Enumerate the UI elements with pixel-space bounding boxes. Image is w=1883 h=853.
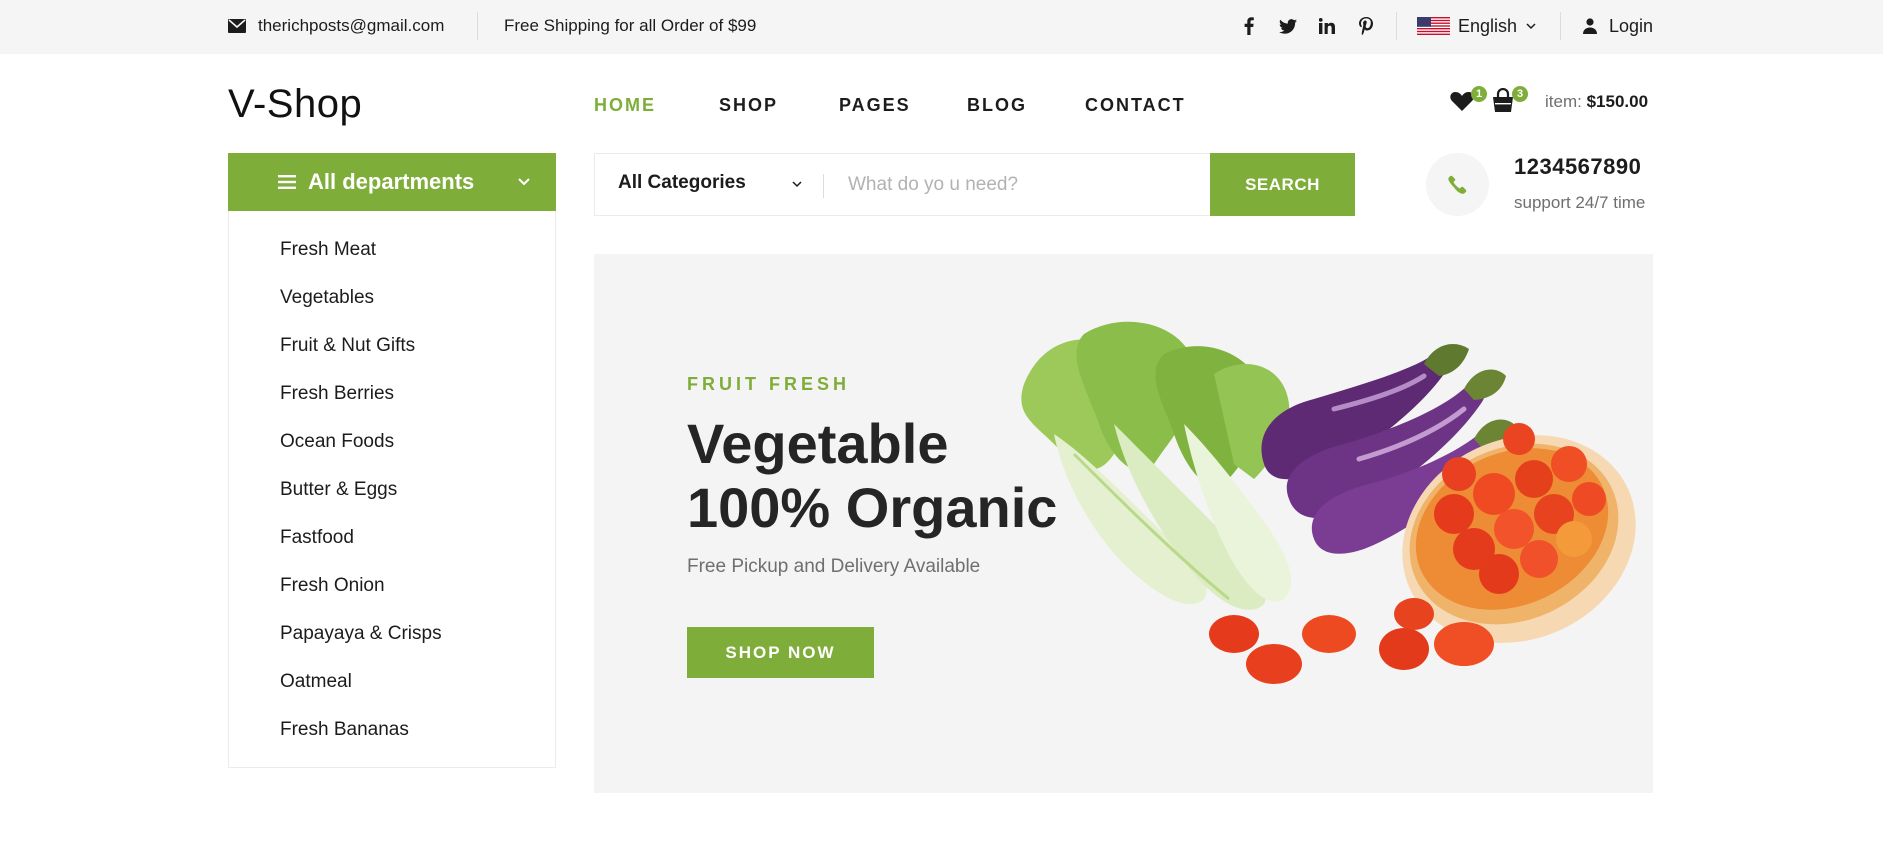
cart-total-label: item: — [1545, 92, 1582, 111]
department-item[interactable]: Fresh Meat — [280, 237, 376, 263]
menu-icon — [278, 175, 296, 189]
envelope-icon — [228, 19, 246, 33]
login-link[interactable]: Login — [1583, 14, 1653, 38]
divider — [477, 12, 478, 40]
department-item[interactable]: Butter & Eggs — [280, 477, 397, 503]
department-item[interactable]: Fastfood — [280, 525, 354, 551]
phone-number[interactable]: 1234567890 — [1514, 154, 1641, 180]
us-flag-icon — [1417, 17, 1450, 35]
shop-now-button[interactable]: SHOP NOW — [687, 627, 874, 678]
department-item[interactable]: Oatmeal — [280, 669, 352, 695]
hero-subtitle: Free Pickup and Delivery Available — [687, 556, 981, 577]
department-item[interactable]: Fresh Berries — [280, 381, 394, 407]
search-input[interactable] — [848, 168, 1188, 202]
chevron-down-icon — [1526, 23, 1536, 30]
category-select[interactable]: All Categories — [618, 172, 746, 194]
nav-blog[interactable]: BLOG — [967, 93, 1027, 117]
department-item[interactable]: Fruit & Nut Gifts — [280, 333, 415, 359]
department-item[interactable]: Vegetables — [280, 285, 374, 311]
departments-list: Fresh Meat Vegetables Fruit & Nut Gifts … — [228, 211, 556, 768]
department-item[interactable]: Fresh Bananas — [280, 717, 409, 743]
shipping-notice: Free Shipping for all Order of $99 — [504, 16, 757, 35]
nav-home[interactable]: HOME — [594, 93, 656, 117]
phone-badge — [1426, 153, 1489, 216]
nav-pages[interactable]: PAGES — [839, 93, 911, 117]
hero-banner: FRUIT FRESH Vegetable 100% Organic Free … — [594, 254, 1653, 793]
language-selector[interactable]: English — [1417, 14, 1537, 38]
twitter-icon[interactable] — [1278, 15, 1298, 37]
divider — [1396, 12, 1397, 40]
wishlist-count-badge: 1 — [1471, 86, 1487, 102]
cart-total: item: $150.00 — [1545, 90, 1648, 114]
bok-choy — [1021, 321, 1292, 610]
department-item[interactable]: Fresh Onion — [280, 573, 385, 599]
departments-title: All departments — [308, 169, 475, 194]
top-bar: therichposts@gmail.com Free Shipping for… — [0, 0, 1883, 54]
department-item[interactable]: Papayaya & Crisps — [280, 621, 442, 647]
linkedin-icon[interactable] — [1317, 15, 1337, 37]
search-button[interactable]: SEARCH — [1210, 153, 1355, 216]
divider — [1560, 12, 1561, 40]
department-item[interactable]: Ocean Foods — [280, 429, 394, 455]
language-label: English — [1458, 15, 1518, 36]
email-text: therichposts@gmail.com — [258, 16, 445, 35]
phone-icon — [1448, 175, 1467, 194]
cart-count-badge: 3 — [1512, 86, 1528, 102]
all-departments-toggle[interactable]: All departments — [228, 153, 556, 211]
facebook-icon[interactable] — [1239, 15, 1259, 37]
chevron-down-icon — [518, 178, 530, 186]
chevron-down-icon[interactable] — [791, 178, 803, 190]
nav-shop[interactable]: SHOP — [719, 93, 778, 117]
user-icon — [1583, 18, 1597, 34]
site-logo[interactable]: V-Shop — [228, 82, 362, 127]
login-label: Login — [1609, 15, 1654, 36]
hero-kicker: FRUIT FRESH — [687, 374, 850, 394]
vegetables-image — [1021, 321, 1636, 684]
divider — [823, 174, 824, 198]
support-text: support 24/7 time — [1514, 193, 1646, 212]
cart-total-value: $150.00 — [1586, 92, 1649, 111]
pinterest-icon[interactable] — [1356, 15, 1376, 37]
header-email[interactable]: therichposts@gmail.com — [228, 14, 444, 38]
nav-contact[interactable]: CONTACT — [1085, 93, 1186, 117]
